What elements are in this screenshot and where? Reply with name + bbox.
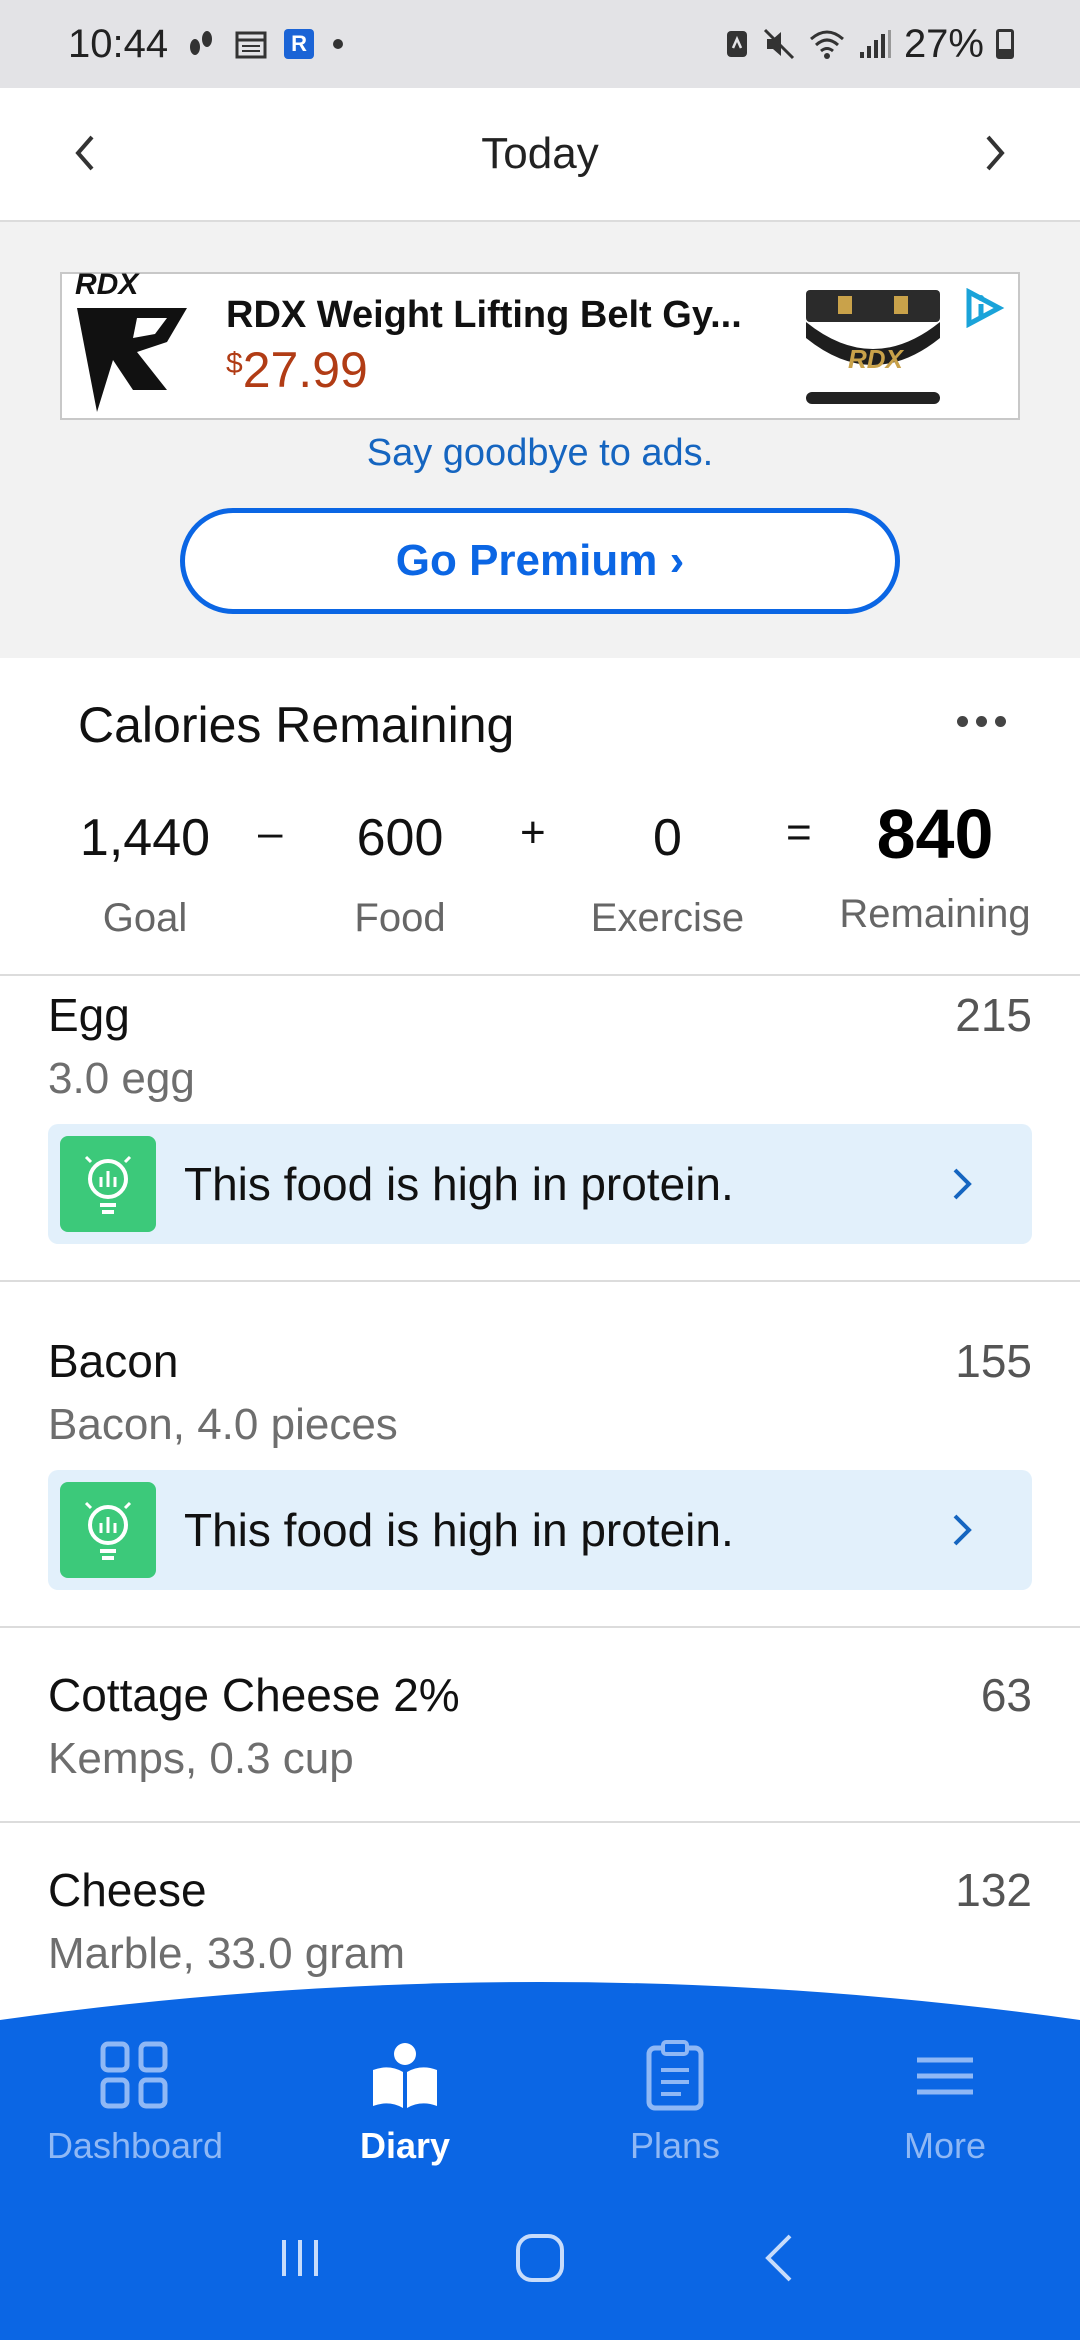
mute-icon — [762, 27, 796, 61]
wifi-icon — [808, 27, 846, 61]
chevron-right-icon — [932, 1164, 992, 1204]
battery-percent: 27% — [903, 21, 984, 66]
ad-banner[interactable]: RDX RDX Weight Lifting Belt Gy... $27.99… — [60, 272, 1020, 420]
home-button[interactable] — [510, 2228, 570, 2293]
protein-tip[interactable]: This food is high in protein. — [48, 1124, 1032, 1244]
goal-value: 1,440 — [79, 809, 211, 867]
system-navigation-bar — [0, 2210, 1080, 2310]
food-calories: 132 — [955, 1864, 1032, 1916]
food-list: Egg 215 3.0 egg This food is high in pro… — [0, 976, 1080, 2023]
goal-summary: 1,440 Goal — [70, 808, 220, 941]
app-notification-icon: R — [284, 29, 315, 59]
go-premium-button[interactable]: Go Premium › — [180, 508, 900, 614]
tab-diary-label: Diary — [359, 2125, 451, 2166]
ad-price-value: 27.99 — [242, 341, 368, 398]
tab-dashboard[interactable]: Dashboard — [0, 2040, 270, 2180]
dashboard-icon — [97, 2040, 173, 2117]
food-name: Cheese — [48, 1864, 207, 1916]
food-detail: 3.0 egg — [48, 1054, 195, 1103]
tab-more-label: More — [903, 2125, 987, 2166]
recent-apps-button[interactable] — [270, 2228, 330, 2293]
exercise-summary: 0 Exercise — [580, 808, 755, 941]
lightbulb-icon — [60, 1482, 156, 1578]
next-day-button[interactable] — [970, 128, 1020, 178]
ad-price-symbol: $ — [226, 346, 243, 380]
food-detail: Marble, 33.0 gram — [48, 1929, 406, 1978]
ad-area: RDX RDX Weight Lifting Belt Gy... $27.99… — [0, 222, 1080, 658]
product-image-text: RDX — [848, 344, 905, 374]
protein-tip[interactable]: This food is high in protein. — [48, 1470, 1032, 1590]
exercise-label: Exercise — [590, 896, 745, 940]
battery-icon — [996, 29, 1014, 59]
food-calories: 63 — [980, 1669, 1032, 1721]
calendar-icon — [234, 27, 268, 61]
bottom-navigation: Dashboard Diary Plans More — [0, 1980, 1080, 2340]
say-goodbye-link[interactable]: Say goodbye to ads. — [0, 432, 1080, 475]
tab-dashboard-label: Dashboard — [46, 2125, 224, 2166]
adchoices-icon[interactable] — [948, 276, 1018, 416]
lightbulb-icon — [60, 1136, 156, 1232]
diary-icon — [367, 2040, 443, 2117]
tab-plans[interactable]: Plans — [540, 2040, 810, 2180]
food-name: Bacon — [48, 1335, 179, 1387]
food-item-cottage-cheese[interactable]: Cottage Cheese 2% 63 Kemps, 0.3 cup — [0, 1628, 1080, 1823]
food-detail: Bacon, 4.0 pieces — [48, 1400, 398, 1449]
food-detail: Kemps, 0.3 cup — [48, 1734, 354, 1783]
brand-logo: RDX — [62, 272, 212, 420]
equals-operator: = — [786, 808, 812, 857]
nfc-icon — [724, 28, 750, 60]
tip-text: This food is high in protein. — [184, 1158, 734, 1210]
ad-price: $27.99 — [226, 341, 798, 399]
date-title: Today — [481, 129, 599, 178]
brand-logo-text: RDX — [75, 272, 140, 301]
exercise-value: 0 — [653, 809, 682, 867]
date-header: Today — [0, 88, 1080, 222]
calories-remaining-title: Calories Remaining — [78, 697, 515, 753]
chevron-right-icon — [932, 1510, 992, 1550]
remaining-value: 840 — [876, 795, 994, 873]
food-value: 600 — [356, 809, 444, 867]
remaining-summary: 840 Remaining — [830, 794, 1040, 937]
remaining-label: Remaining — [839, 892, 1031, 936]
food-calories: 155 — [955, 1335, 1032, 1387]
food-label: Food — [354, 896, 446, 940]
food-name: Cottage Cheese 2% — [48, 1669, 460, 1721]
food-item-egg[interactable]: Egg 215 3.0 egg This food is high in pro… — [0, 976, 1080, 1282]
food-summary: 600 Food — [330, 808, 470, 941]
more-options-icon[interactable] — [957, 716, 1006, 727]
clipboard-icon — [637, 2040, 713, 2117]
tab-plans-label: Plans — [629, 2125, 721, 2166]
menu-icon — [907, 2040, 983, 2117]
plus-operator: + — [520, 808, 546, 857]
food-item-bacon[interactable]: Bacon 155 Bacon, 4.0 pieces This food is… — [0, 1282, 1080, 1628]
food-name: Egg — [48, 989, 130, 1041]
previous-day-button[interactable] — [60, 128, 110, 178]
tab-more[interactable]: More — [810, 2040, 1080, 2180]
calories-remaining-card: Calories Remaining 1,440 Goal – 600 Food… — [0, 658, 1080, 976]
signal-icon — [858, 28, 892, 60]
food-calories: 215 — [955, 989, 1032, 1041]
goal-label: Goal — [102, 896, 188, 940]
status-time: 10:44 — [68, 21, 169, 66]
tip-text: This food is high in protein. — [184, 1504, 734, 1556]
footsteps-icon — [184, 27, 218, 61]
status-bar: 10:44 R 27% — [0, 0, 1080, 88]
tab-diary[interactable]: Diary — [270, 2040, 540, 2180]
ad-title: RDX Weight Lifting Belt Gy... — [226, 293, 742, 336]
back-button[interactable] — [750, 2228, 810, 2293]
minus-operator: – — [258, 808, 283, 857]
notification-dot-icon — [330, 36, 346, 52]
product-image: RDX — [798, 276, 948, 416]
